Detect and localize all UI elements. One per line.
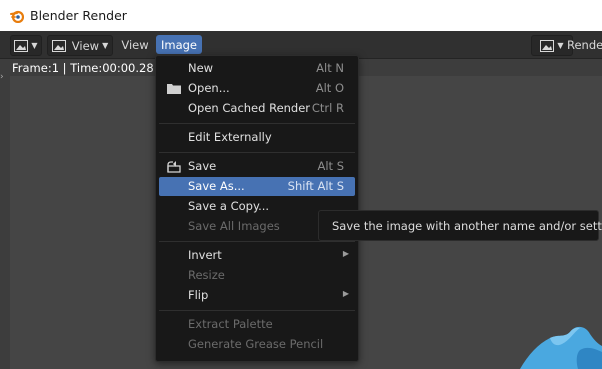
menu-item-open[interactable]: Open... Alt O [159,79,355,98]
menu-item-edit-externally[interactable]: Edit Externally [159,128,355,147]
window-titlebar: Blender Render [0,0,602,31]
window-title: Blender Render [30,8,127,23]
menu-item-extract-palette: Extract Palette [188,317,273,331]
menu-image[interactable]: Image [156,35,202,54]
menu-separator [159,152,355,153]
menu-item-generate-grease-pencil: Generate Grease Pencil [188,337,324,351]
tooltip-text: Save the image with another name and/or … [332,218,602,233]
menu-item-save[interactable]: Save Alt S [159,157,355,176]
menu-separator [159,123,355,124]
menu-view[interactable]: View [117,35,153,54]
image-icon [540,39,555,52]
chevron-down-icon: ▼ [557,41,564,50]
render-slot-selector[interactable]: Render [564,35,602,54]
menu-separator [159,310,355,311]
image-editor-icon [14,39,29,52]
editor-type-dropdown[interactable]: ▼ [10,35,42,56]
chevron-down-icon: ▼ [31,41,38,50]
chevron-down-icon: ▼ [102,41,109,50]
folder-icon [167,84,181,94]
menu-item-flip[interactable]: Flip ▶ [159,286,355,305]
frame-info-text: Frame:1 | Time:00:00.28 | M [12,61,175,75]
view-mode-label: View [71,38,100,53]
menu-item-resize: Resize [188,268,225,282]
view-mode-dropdown[interactable]: View ▼ [47,35,113,56]
image-menu: New Alt N Open... Alt O Open Cached Rend… [155,55,359,362]
blender-logo-icon [10,10,24,23]
menu-item-new[interactable]: New Alt N [159,59,355,78]
image-icon [51,39,66,52]
menu-item-invert[interactable]: Invert ▶ [159,246,355,265]
sidebar-toggle-icon[interactable]: › [0,72,8,86]
tooltip: Save the image with another name and/or … [318,210,602,241]
rendered-object [520,326,602,369]
save-icon [167,161,181,173]
menu-item-save-as[interactable]: Save As... Shift Alt S [159,177,355,196]
menu-item-open-cached-render[interactable]: Open Cached Render Ctrl R [159,99,355,118]
submenu-arrow-icon: ▶ [342,249,349,258]
submenu-arrow-icon: ▶ [342,289,349,298]
menu-separator [159,241,355,242]
